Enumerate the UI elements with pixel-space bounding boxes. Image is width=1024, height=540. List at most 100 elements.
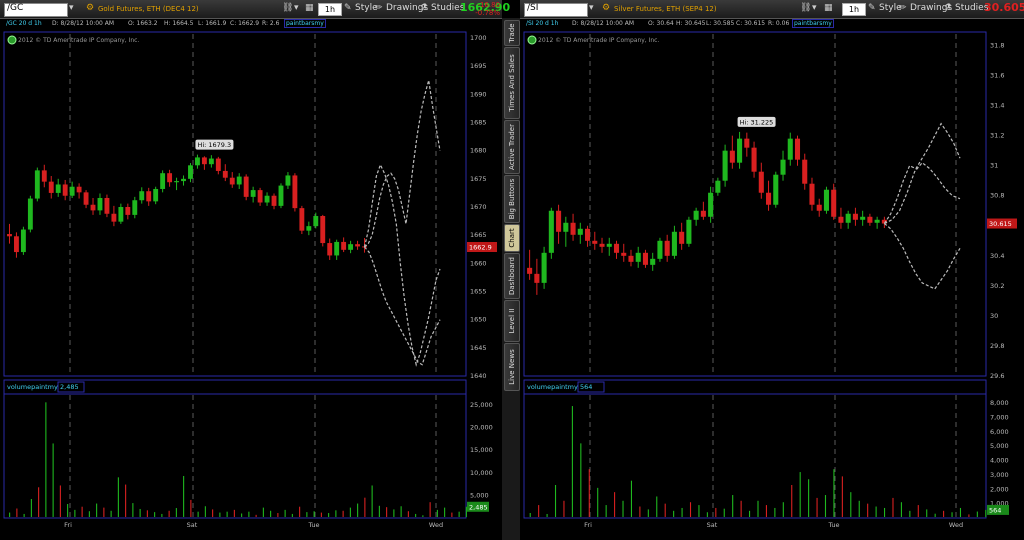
bar-high: H: 1664.5	[164, 20, 194, 27]
candle-body	[125, 207, 131, 215]
candle-body	[118, 207, 124, 222]
tab-big-buttons[interactable]: Big Buttons	[504, 175, 520, 223]
candle-body	[816, 204, 822, 211]
candle-body	[867, 216, 873, 223]
silver-toolbar: /SI ▾ ⚙ Silver Futures, ETH (SEP4 12) ⛓ …	[520, 0, 1024, 19]
last-price: 30.605	[984, 1, 1024, 14]
candle-body	[715, 180, 721, 193]
volume-axis-tick: 25,000	[470, 401, 493, 409]
candle-body	[153, 188, 159, 202]
candle-body	[132, 200, 138, 215]
side-tab-bar: Trade Times And Sales Active Trader Big But…	[502, 18, 520, 540]
pencil-icon[interactable]: ✏	[375, 3, 383, 13]
grid-icon[interactable]: ▦	[824, 3, 833, 13]
tab-dashboard[interactable]: Dashboard	[504, 253, 520, 299]
style-icon[interactable]: ✎	[868, 3, 876, 13]
candle-body	[90, 204, 96, 211]
link-dropdown-icon[interactable]: ▾	[294, 3, 299, 13]
price-axis-tick: 1655	[470, 288, 487, 296]
candle-body	[146, 191, 152, 202]
symbol-input[interactable]: /GC	[4, 3, 68, 17]
candle-body	[642, 252, 648, 265]
candle-body	[215, 158, 221, 171]
period-button[interactable]: 1h	[318, 3, 342, 16]
pencil-icon[interactable]: ✏	[899, 3, 907, 13]
volume-axis-tick: 10,000	[470, 469, 493, 477]
gear-icon[interactable]: ⚙	[86, 3, 94, 13]
link-icon[interactable]: ⛓	[282, 3, 293, 13]
candle-body	[27, 198, 33, 230]
style-icon[interactable]: ✎	[344, 3, 352, 13]
tab-active-trader[interactable]: Active Trader	[504, 120, 520, 174]
tab-trade[interactable]: Trade	[504, 20, 520, 46]
tab-chart[interactable]: Chart	[504, 224, 520, 252]
candle-body	[860, 216, 866, 220]
candle-body	[243, 176, 249, 197]
price-plot-frame	[3, 31, 467, 377]
study-name[interactable]: paintbarsmy	[284, 19, 326, 28]
symbol-period: /SI 20 d 1h	[526, 20, 559, 27]
bar-date: D: 8/28/12 10:00 AM	[572, 20, 635, 27]
price-axis-tick: 31.8	[990, 42, 1004, 50]
bar-range: R: 0.06	[768, 20, 790, 27]
tab-live-news[interactable]: Live News	[504, 343, 520, 391]
candle-body	[737, 138, 743, 163]
price-axis-tick: 1650	[470, 316, 487, 324]
candle-body	[613, 243, 620, 253]
tab-times-and-sales[interactable]: Times And Sales	[504, 47, 520, 119]
silver-chart-panel: /SI ▾ ⚙ Silver Futures, ETH (SEP4 12) ⛓ …	[520, 0, 1024, 540]
candle-body	[766, 192, 772, 205]
price-axis-tick: 1685	[470, 119, 487, 127]
candle-body	[787, 138, 793, 160]
symbol-input[interactable]: /SI	[524, 3, 588, 17]
candle-body	[635, 252, 641, 262]
x-axis-tick-wed: Wed	[429, 521, 443, 529]
period-button[interactable]: 1h	[842, 3, 866, 16]
candle-body	[327, 243, 333, 256]
x-axis-tick-fri: Fri	[64, 521, 72, 529]
link-dropdown-icon[interactable]: ▾	[812, 3, 817, 13]
candle-body	[874, 219, 880, 223]
bar-high: H: 30.645	[676, 20, 706, 27]
chevron-down-icon[interactable]: ▾	[589, 3, 594, 13]
grid-icon[interactable]: ▦	[305, 3, 314, 13]
silver-chart[interactable]: 29.629.83030.230.430.630.83131.231.431.6…	[520, 30, 1024, 540]
candle-body	[838, 216, 844, 223]
candle-body	[534, 273, 540, 283]
price-axis-tick: 31.4	[990, 102, 1004, 110]
candle-body	[758, 171, 764, 193]
candle-body	[794, 138, 801, 160]
candle-body	[599, 243, 605, 247]
gold-chart[interactable]: 1640 1645 1650 1655 1660 1665 1670 1675 1680 1685…	[0, 30, 502, 540]
studies-icon[interactable]: ⚗	[944, 3, 952, 13]
candle-body	[271, 195, 277, 206]
candle-body	[83, 192, 89, 205]
gear-icon[interactable]: ⚙	[602, 3, 610, 13]
volume-plot-frame	[523, 379, 987, 519]
candle-body	[780, 159, 786, 175]
candle-body	[229, 177, 235, 185]
price-axis-tick: 31.2	[990, 132, 1004, 140]
info-icon	[527, 35, 537, 45]
candle-body	[76, 186, 82, 193]
candle-body	[679, 231, 685, 244]
study-name[interactable]: paintbarsmy	[792, 19, 834, 28]
candle-body	[657, 240, 663, 259]
tab-level-ii[interactable]: Level II	[504, 300, 520, 342]
symbol-period: /GC 20 d 1h	[6, 20, 42, 27]
candle-body	[628, 255, 634, 262]
x-axis-tick-fri: Fri	[584, 521, 592, 529]
candle-body	[104, 197, 110, 214]
gold-data-line: /GC 20 d 1h D: 8/28/12 10:00 AM O: 1663.…	[0, 18, 502, 30]
candle-body	[700, 210, 706, 217]
bar-open: O: 1663.2	[128, 20, 158, 27]
copyright-text: 2012 © TD Ameritrade IP Company, Inc.	[538, 37, 659, 44]
candle-body	[257, 190, 263, 203]
price-axis-tick: 1665	[470, 231, 487, 239]
link-icon[interactable]: ⛓	[800, 3, 811, 13]
candle-body	[264, 195, 270, 203]
studies-icon[interactable]: ⚗	[420, 3, 428, 13]
candle-body	[167, 173, 173, 183]
chevron-down-icon[interactable]: ▾	[69, 3, 74, 13]
candle-body	[355, 244, 360, 247]
